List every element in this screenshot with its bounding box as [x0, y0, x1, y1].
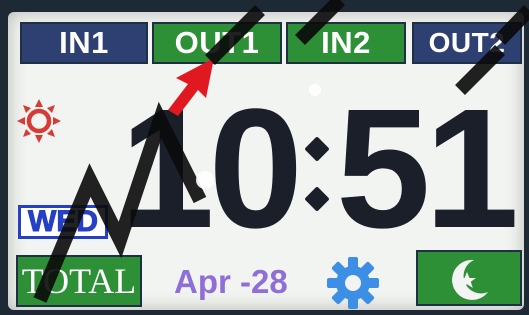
tab-in1[interactable]: IN1: [20, 22, 148, 64]
gear-icon[interactable]: [326, 256, 380, 310]
moon-star-icon: [452, 259, 488, 300]
night-mode-button[interactable]: [416, 250, 522, 306]
arrow-cursor-icon: [168, 58, 214, 116]
total-button[interactable]: TOTAL: [16, 255, 142, 307]
tab-out2[interactable]: OUT2: [412, 22, 522, 64]
clock-colon-top: [304, 136, 330, 162]
tab-in2[interactable]: IN2: [286, 22, 406, 64]
weekday-badge: WED: [18, 205, 108, 239]
clock-minutes: 51: [336, 74, 519, 264]
clock-colon-bottom: [304, 186, 330, 212]
device-display: { "colors": { "tab_blue": "#2e3f72", "ta…: [0, 0, 529, 315]
weekday-label: WED: [28, 205, 99, 239]
screen: IN1 OUT1 IN2 OUT2 10 51 WED TOTAL Apr -2…: [8, 12, 524, 310]
date-label: Apr -28: [174, 263, 288, 300]
sun-icon[interactable]: [16, 98, 62, 144]
